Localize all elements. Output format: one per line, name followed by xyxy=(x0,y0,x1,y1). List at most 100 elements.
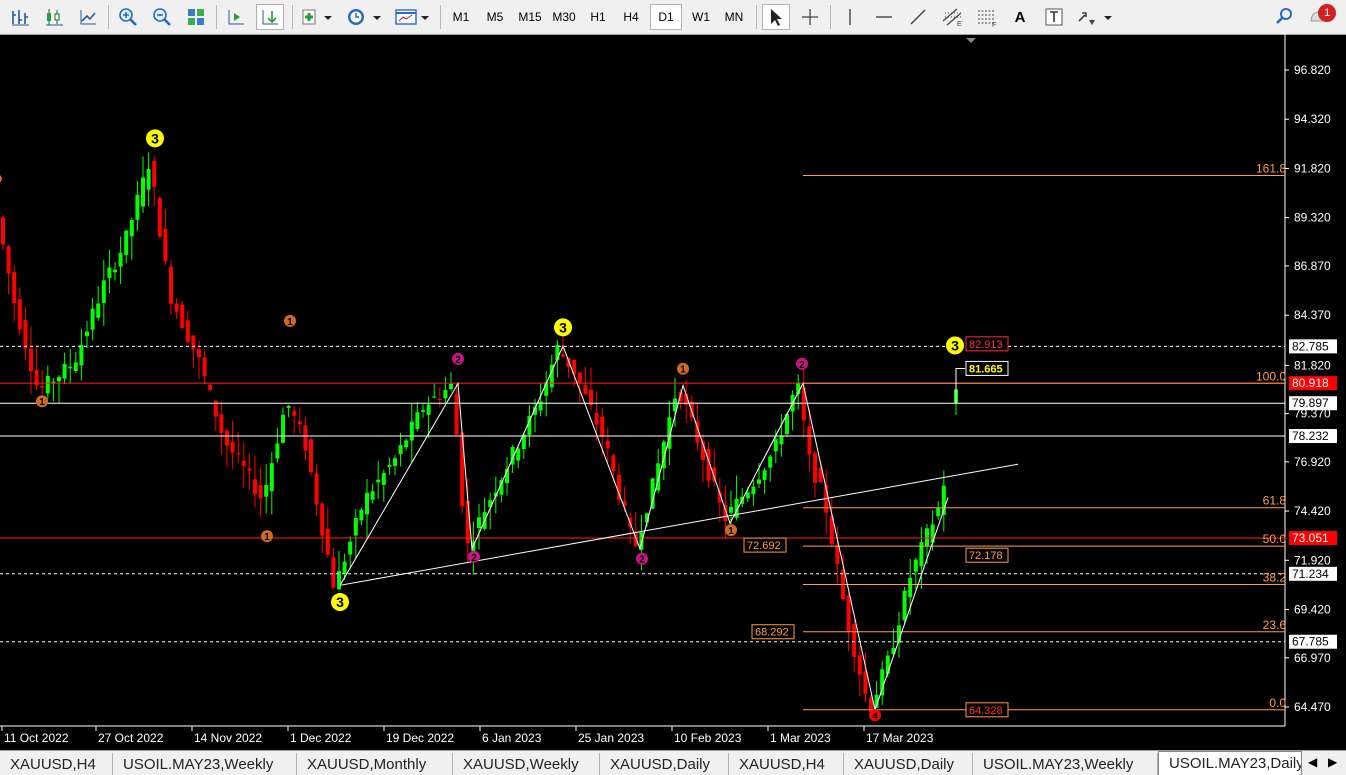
tab-xauusd-h4[interactable]: XAUUSD,H4 xyxy=(0,753,113,775)
timeframe-d1[interactable]: D1 xyxy=(650,4,682,30)
templates-icon[interactable] xyxy=(392,4,432,30)
price-axis-label: 64.470 xyxy=(1294,700,1331,714)
tab-xauusd-daily[interactable]: XAUUSD,Daily xyxy=(600,753,729,775)
timeframe-m30[interactable]: M30 xyxy=(548,4,580,30)
bar-chart-icon[interactable] xyxy=(6,4,34,30)
periods-clock-icon[interactable] xyxy=(344,4,384,30)
candle-body xyxy=(202,357,207,377)
arrows-tool-icon[interactable] xyxy=(1074,4,1116,30)
tab-scroll-right-icon[interactable]: ▶ xyxy=(1328,755,1337,769)
indicators-icon[interactable] xyxy=(298,4,336,30)
tab-usoil-weekly-2[interactable]: USOIL.MAY23,Weekly xyxy=(973,753,1158,775)
candle-body xyxy=(757,479,761,484)
equidistant-channel-icon[interactable]: E xyxy=(938,4,968,30)
price-axis-label: 86.870 xyxy=(1294,259,1331,273)
candle-body xyxy=(68,366,73,369)
candle-body xyxy=(348,541,353,555)
cursor-arrow-icon[interactable] xyxy=(762,4,790,30)
candle-body xyxy=(729,506,733,513)
zoom-out-icon[interactable] xyxy=(148,4,176,30)
candle-body xyxy=(454,394,459,435)
timeframe-h4[interactable]: H4 xyxy=(617,4,645,30)
candle-body xyxy=(169,266,173,304)
candle-body xyxy=(449,383,453,390)
candle-body xyxy=(404,440,409,448)
candle-body xyxy=(561,354,565,357)
tile-windows-icon[interactable] xyxy=(182,4,210,30)
tab-xauusd-weekly[interactable]: XAUUSD,Weekly xyxy=(453,753,600,775)
candle-body xyxy=(303,425,308,451)
candle-body xyxy=(185,320,190,342)
line-chart-icon[interactable] xyxy=(74,4,102,30)
tab-usoil-daily[interactable]: USOIL.MAY23,Daily xyxy=(1158,751,1302,775)
timeframe-m1[interactable]: M1 xyxy=(446,4,476,30)
candle-body xyxy=(180,304,185,329)
price-annotation: 68.292 xyxy=(755,627,789,639)
text-tool-icon[interactable]: A xyxy=(1006,4,1034,30)
wave-marker-label: 1 xyxy=(39,397,45,408)
wave-marker-label: 2 xyxy=(471,553,477,564)
price-annotation: 81.665 xyxy=(969,363,1003,375)
candlestick-icon[interactable] xyxy=(40,4,68,30)
candle-body xyxy=(409,421,414,441)
text-label-icon[interactable] xyxy=(1040,4,1068,30)
trendline-icon[interactable] xyxy=(904,4,932,30)
crosshair-icon[interactable] xyxy=(796,4,824,30)
tab-scroll-left-icon[interactable]: ◀ xyxy=(1308,755,1317,769)
timeframe-m15[interactable]: M15 xyxy=(513,4,547,30)
candle-body xyxy=(415,412,420,430)
fibonacci-retracement-icon[interactable]: F xyxy=(972,4,1002,30)
auto-scroll-icon[interactable] xyxy=(256,4,284,30)
date-axis-label: 1 Dec 2022 xyxy=(290,731,352,745)
chart-shift-icon[interactable] xyxy=(222,4,250,30)
price-annotation: 64.328 xyxy=(969,705,1003,717)
candle-body xyxy=(208,384,213,390)
timeframe-w1[interactable]: W1 xyxy=(686,4,716,30)
horizontal-line-icon[interactable] xyxy=(870,4,898,30)
candle-body xyxy=(432,396,437,398)
candle-body xyxy=(141,177,145,207)
candle-body xyxy=(6,246,11,274)
timeframe-mn[interactable]: MN xyxy=(718,4,750,30)
candle-body xyxy=(286,405,291,408)
candle-body xyxy=(477,517,481,529)
notifications-icon[interactable]: 1 xyxy=(1304,4,1340,30)
date-axis-label: 1 Mar 2023 xyxy=(770,731,831,745)
date-axis-label: 17 Mar 2023 xyxy=(866,731,934,745)
candle-body xyxy=(157,197,162,237)
candle-body xyxy=(113,269,117,273)
tab-xauusd-daily-2[interactable]: XAUUSD,Daily xyxy=(844,753,973,775)
timeframe-m5[interactable]: M5 xyxy=(480,4,510,30)
date-axis-label: 19 Dec 2022 xyxy=(386,731,454,745)
wave-marker-label: 2 xyxy=(799,360,805,371)
tab-xauusd-monthly[interactable]: XAUUSD,Monthly xyxy=(297,753,453,775)
candle-body xyxy=(320,503,325,536)
tab-usoil-weekly[interactable]: USOIL.MAY23,Weekly xyxy=(113,753,297,775)
candle-body xyxy=(779,435,784,445)
candle-body xyxy=(421,410,425,412)
price-chart[interactable]: 3 1 1 1 2 2 3 3 1 2 1 2 3 4 96.820 94.320 91.820 89.320 8… xyxy=(0,34,1346,750)
tab-xauusd-h4-2[interactable]: XAUUSD,H4 xyxy=(729,753,844,775)
candle-body xyxy=(152,161,157,187)
candle-body xyxy=(852,623,857,658)
timeframe-h1[interactable]: H1 xyxy=(584,4,612,30)
candle-body xyxy=(219,414,224,434)
search-icon[interactable] xyxy=(1270,4,1298,30)
candle-body xyxy=(45,375,50,394)
candle-body xyxy=(398,445,403,455)
candle-body xyxy=(376,479,381,483)
candle-body xyxy=(314,473,319,505)
candle-body xyxy=(650,478,655,509)
candle-body xyxy=(163,228,168,262)
candle-body xyxy=(437,398,442,400)
candle-body xyxy=(762,470,767,480)
price-axis-label: 84.370 xyxy=(1294,308,1331,322)
vertical-line-icon[interactable] xyxy=(836,4,864,30)
candle-body xyxy=(135,194,140,220)
candle-body xyxy=(600,416,605,437)
zoom-in-icon[interactable] xyxy=(114,4,142,30)
candle-body xyxy=(807,426,812,455)
date-axis-label: 14 Nov 2022 xyxy=(194,731,262,745)
fib-level-label: 161.8 xyxy=(1256,162,1286,176)
wave-marker-label: 3 xyxy=(559,319,567,335)
